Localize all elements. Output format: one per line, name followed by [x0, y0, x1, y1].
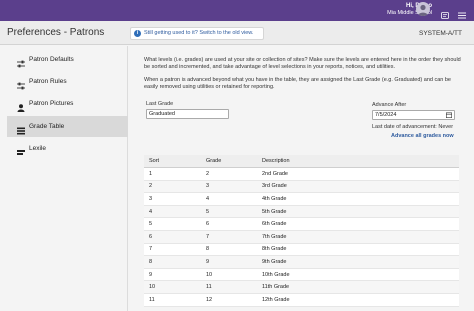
last-grade-label: Last Grade [146, 101, 174, 107]
sidebar-item-grade-table[interactable]: Grade Table [7, 116, 128, 137]
sidebar-item-patron-pictures[interactable]: Patron Pictures [7, 93, 128, 114]
table-row[interactable]: 2 3 3rd Grade [144, 180, 459, 193]
cell-grade: 3 [206, 183, 210, 190]
cell-sort: 1 [149, 170, 153, 177]
cell-grade: 7 [206, 233, 210, 240]
column-header-grade[interactable]: Grade [201, 155, 257, 168]
person-icon [17, 100, 25, 112]
sidebar-item-label: Patron Pictures [29, 100, 74, 107]
sidebar-item-label: Patron Defaults [29, 56, 74, 63]
cell-grade: 6 [206, 221, 210, 228]
advance-after-value: 7/5/2024 [375, 112, 397, 118]
grade-table: Sort Grade Description 1 2 2nd Grade 2 3 3rd… [144, 155, 459, 307]
message-icon[interactable] [441, 6, 449, 19]
cell-grade: 5 [206, 208, 210, 215]
advance-all-grades-link[interactable]: Advance all grades now [391, 133, 454, 139]
cell-description: 11th Grade [262, 284, 290, 291]
table-row[interactable]: 9 10 10th Grade [144, 268, 459, 281]
last-advancement-text: Last date of advancement: Never [372, 124, 454, 130]
old-view-link[interactable]: Still getting used to it? Switch to the … [144, 30, 253, 36]
old-view-notice[interactable]: i Still getting used to it? Switch to th… [130, 27, 264, 40]
table-icon [17, 123, 25, 135]
cell-description: 3rd Grade [262, 183, 287, 190]
cell-grade: 10 [206, 271, 213, 278]
sidebar-item-patron-rules[interactable]: Patron Rules [7, 71, 128, 92]
avatar[interactable] [416, 2, 430, 16]
sidebar-item-patron-defaults[interactable]: Patron Defaults [7, 49, 128, 70]
cell-description: 8th Grade [262, 246, 287, 253]
cell-description: 10th Grade [262, 271, 290, 278]
column-header-description[interactable]: Description [257, 155, 459, 168]
cell-description: 6th Grade [262, 221, 287, 228]
sidebar-item-label: Lexile [29, 145, 46, 152]
cell-description: 12th Grade [262, 296, 290, 303]
advance-after-input[interactable]: 7/5/2024 [372, 110, 455, 120]
column-header-sort[interactable]: Sort [144, 155, 201, 168]
sidebar-item-label: Grade Table [29, 123, 65, 130]
cell-sort: 8 [149, 259, 153, 266]
site-code: SYSTEM-A/TT [419, 30, 462, 37]
cell-sort: 2 [149, 183, 153, 190]
cell-grade: 11 [206, 284, 212, 291]
table-row[interactable]: 1 2 2nd Grade [144, 168, 459, 181]
page-title: Preferences - Patrons [7, 27, 105, 38]
table-row[interactable]: 7 8 8th Grade [144, 243, 459, 256]
cell-sort: 4 [149, 208, 153, 215]
sidebar: Patron Defaults Patron Rules Patron Pict… [0, 46, 128, 311]
sliders-icon [17, 56, 25, 68]
person-icon [418, 4, 428, 16]
table-row[interactable]: 11 12 12th Grade [144, 294, 459, 307]
table-row[interactable]: 8 9 9th Grade [144, 255, 459, 269]
sidebar-item-label: Patron Rules [29, 78, 67, 85]
cell-description: 5th Grade [262, 208, 287, 215]
cell-description: 4th Grade [262, 196, 287, 203]
cell-description: 9th Grade [262, 259, 287, 266]
calendar-icon[interactable] [446, 112, 453, 121]
cell-sort: 6 [149, 233, 153, 240]
table-row[interactable]: 10 11 11th Grade [144, 280, 459, 294]
cell-description: 7th Grade [262, 233, 287, 240]
table-row[interactable]: 5 6 6th Grade [144, 218, 459, 231]
cell-sort: 10 [149, 284, 156, 291]
cell-grade: 12 [206, 296, 213, 303]
last-grade-input[interactable]: Graduated [146, 109, 229, 119]
cell-sort: 11 [149, 296, 155, 303]
advance-after-label: Advance After [372, 102, 407, 108]
cell-grade: 2 [206, 170, 210, 177]
table-header-row: Sort Grade Description [144, 155, 459, 168]
bookmark-icon [17, 145, 25, 155]
table-row[interactable]: 6 7 7th Grade [144, 230, 459, 244]
info-icon: i [134, 30, 141, 37]
cell-sort: 9 [149, 271, 153, 278]
table-row[interactable]: 3 4 4th Grade [144, 193, 459, 206]
cell-sort: 3 [149, 196, 153, 203]
sliders-icon [17, 78, 25, 90]
top-bar: Hi, Demo Mia Middle School [0, 0, 474, 21]
cell-description: 2nd Grade [262, 170, 288, 177]
advance-note: When a patron is advanced beyond what yo… [144, 77, 451, 90]
cell-grade: 4 [206, 196, 210, 203]
cell-grade: 9 [206, 259, 210, 266]
cell-grade: 8 [206, 246, 210, 253]
table-row[interactable]: 4 5 5th Grade [144, 205, 459, 218]
menu-icon[interactable] [458, 6, 466, 19]
cell-sort: 5 [149, 221, 153, 228]
title-bar: Preferences - Patrons i Still getting us… [0, 21, 474, 45]
intro-text: What levels (i.e. grades) are used at yo… [144, 57, 461, 70]
sidebar-item-lexile[interactable]: Lexile [7, 138, 128, 159]
cell-sort: 7 [149, 246, 153, 253]
